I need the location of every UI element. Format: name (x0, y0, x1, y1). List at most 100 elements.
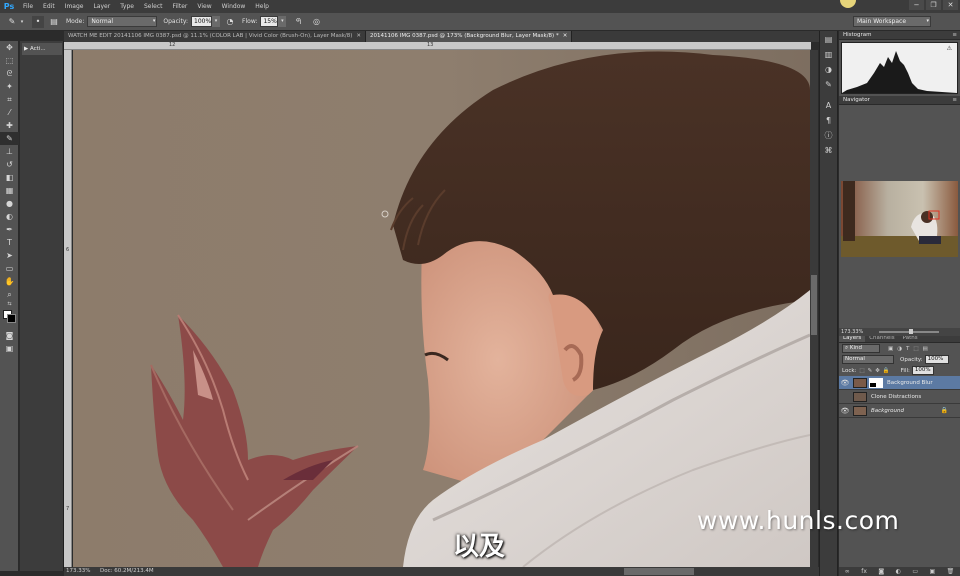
navigator-panel-header[interactable]: Navigator ≡ (839, 96, 960, 105)
layer-row[interactable]: · Clone Distractions (839, 390, 960, 404)
brush-tool-icon[interactable]: ✎ (0, 132, 19, 145)
adjustment-layer-icon[interactable]: ◐ (896, 568, 901, 575)
menu-view[interactable]: View (192, 0, 216, 13)
layer-mask-thumbnail[interactable] (869, 377, 883, 388)
navigator-zoom-value[interactable]: 173.33% (841, 329, 863, 335)
actions-panel-button[interactable]: ▶ Acti... (22, 43, 62, 55)
pressure-size-icon[interactable]: ◎ (310, 16, 322, 28)
adjustments-icon[interactable]: ◑ (820, 63, 837, 76)
eraser-tool-icon[interactable]: ◧ (0, 171, 19, 184)
background-color-swatch[interactable] (7, 314, 16, 323)
menu-image[interactable]: Image (60, 0, 89, 13)
lock-options-icons[interactable]: ⬚✎✥🔒 (859, 368, 892, 374)
eyedropper-tool-icon[interactable]: ⁄ (0, 106, 19, 119)
menu-layer[interactable]: Layer (88, 0, 115, 13)
close-tab-icon[interactable]: ✕ (563, 33, 568, 39)
horizontal-ruler[interactable]: 12 13 (64, 42, 811, 50)
layer-opacity-input[interactable]: 100% (924, 355, 949, 364)
trash-icon[interactable]: 🗑 (947, 568, 955, 575)
layer-row[interactable]: 👁 Background Blur (839, 376, 960, 390)
rectangle-tool-icon[interactable]: ▭ (0, 262, 19, 275)
histogram-panel-header[interactable]: Histogram ≡ (839, 31, 960, 40)
ruler-label: 6 (66, 247, 70, 253)
marquee-tool-icon[interactable]: ⬚ (0, 54, 19, 67)
character-icon[interactable]: A (820, 99, 837, 112)
healing-brush-tool-icon[interactable]: ✚ (0, 119, 19, 132)
panel-menu-icon[interactable]: ≡ (952, 96, 957, 105)
move-tool-icon[interactable]: ✥ (0, 41, 19, 54)
vertical-scroll-thumb[interactable] (811, 275, 817, 335)
history-brush-tool-icon[interactable]: ↺ (0, 158, 19, 171)
path-select-tool-icon[interactable]: ➤ (0, 249, 19, 262)
close-tab-icon[interactable]: ✕ (356, 33, 361, 39)
fx-icon[interactable]: fx (861, 568, 867, 575)
properties-icon[interactable]: ▥ (820, 48, 837, 61)
navigator-zoom-knob[interactable] (909, 329, 913, 334)
eye-icon[interactable]: 👁 (839, 407, 851, 415)
gradient-tool-icon[interactable]: ▦ (0, 184, 19, 197)
info-icon[interactable]: ⓘ (820, 129, 837, 142)
document-tab-1[interactable]: WATCH ME EDIT 20141106 IMG 0387.psd @ 11… (64, 31, 367, 42)
brush-size-icon[interactable]: • (32, 15, 44, 28)
panel-menu-icon[interactable]: ≡ (952, 31, 957, 40)
blend-mode-select[interactable]: Normal (842, 355, 894, 364)
flow-input[interactable]: 15% (260, 16, 279, 27)
kind-filter-select[interactable]: ⌕ Kind (842, 344, 880, 353)
workspace-select[interactable]: Main Workspace ▾ (853, 16, 931, 27)
menu-file[interactable]: File (18, 0, 38, 13)
navigator-preview[interactable] (841, 181, 958, 257)
user-avatar[interactable] (840, 0, 856, 8)
crop-tool-icon[interactable]: ⌗ (0, 93, 19, 106)
mode-select[interactable]: Normal ▾ (87, 16, 158, 27)
blur-tool-icon[interactable]: ● (0, 197, 19, 210)
clone-stamp-tool-icon[interactable]: ⊥ (0, 145, 19, 158)
brush-tool-preset-icon[interactable]: ✎ (6, 16, 18, 28)
quick-select-tool-icon[interactable]: ✦ (0, 80, 19, 93)
paragraph-icon[interactable]: ¶ (820, 114, 837, 127)
lasso-tool-icon[interactable]: ᘓ (0, 67, 19, 80)
tool-presets-icon[interactable]: ⌘ (820, 144, 837, 157)
horizontal-scroll-thumb[interactable] (624, 568, 694, 575)
zoom-tool-icon[interactable]: ⌕ (0, 288, 19, 301)
layer-fill-input[interactable]: 100% (911, 366, 934, 375)
menu-select[interactable]: Select (139, 0, 168, 13)
link-layers-icon[interactable]: ∞ (845, 568, 850, 575)
hand-tool-icon[interactable]: ✋ (0, 275, 19, 288)
layer-row[interactable]: 👁 Background 🔒 (839, 404, 960, 418)
vertical-scrollbar[interactable] (810, 50, 818, 567)
type-tool-icon[interactable]: T (0, 236, 19, 249)
filter-type-icons[interactable]: ▣◑T⬚▤ (888, 346, 932, 352)
dodge-tool-icon[interactable]: ◐ (0, 210, 19, 223)
add-mask-icon[interactable]: ◙ (878, 568, 884, 575)
pen-tool-icon[interactable]: ✒ (0, 223, 19, 236)
minimize-button[interactable]: − (909, 0, 924, 10)
pressure-opacity-icon[interactable]: ◔ (224, 16, 236, 28)
menu-help[interactable]: Help (250, 0, 274, 13)
menu-type[interactable]: Type (115, 0, 139, 13)
opacity-input[interactable]: 100% (191, 16, 213, 27)
history-icon[interactable]: ▤ (820, 33, 837, 46)
menu-filter[interactable]: Filter (168, 0, 193, 13)
vertical-ruler[interactable]: 6 7 (64, 50, 72, 567)
brush-presets-icon[interactable]: ✎ (820, 78, 837, 91)
eye-icon[interactable]: 👁 (839, 379, 851, 387)
eye-hidden-icon[interactable]: · (839, 393, 851, 401)
menu-window[interactable]: Window (217, 0, 251, 13)
warning-icon[interactable]: ⚠ (947, 45, 952, 52)
menu-edit[interactable]: Edit (38, 0, 60, 13)
airbrush-icon[interactable]: ᖗ (292, 16, 304, 28)
screen-mode-icon[interactable]: ▣ (0, 342, 19, 355)
restore-button[interactable]: ❐ (926, 0, 941, 10)
chevron-down-icon[interactable]: ▾ (18, 16, 26, 28)
quick-mask-icon[interactable]: ◙ (0, 329, 19, 342)
flow-dropdown-icon[interactable]: ▾ (278, 16, 287, 27)
zoom-level[interactable]: 173.33% (64, 567, 90, 576)
document-tab-2[interactable]: 20141106 IMG 0387.psd @ 173% (Background… (366, 31, 573, 42)
brush-panel-icon[interactable]: ▤ (48, 16, 60, 28)
group-icon[interactable]: ▭ (912, 568, 918, 575)
document-size[interactable]: Doc: 60.2M/213.4M (86, 567, 154, 576)
opacity-dropdown-icon[interactable]: ▾ (212, 16, 221, 27)
close-button[interactable]: ✕ (943, 0, 958, 10)
document-canvas[interactable] (73, 50, 810, 567)
new-layer-icon[interactable]: ▣ (930, 568, 936, 575)
